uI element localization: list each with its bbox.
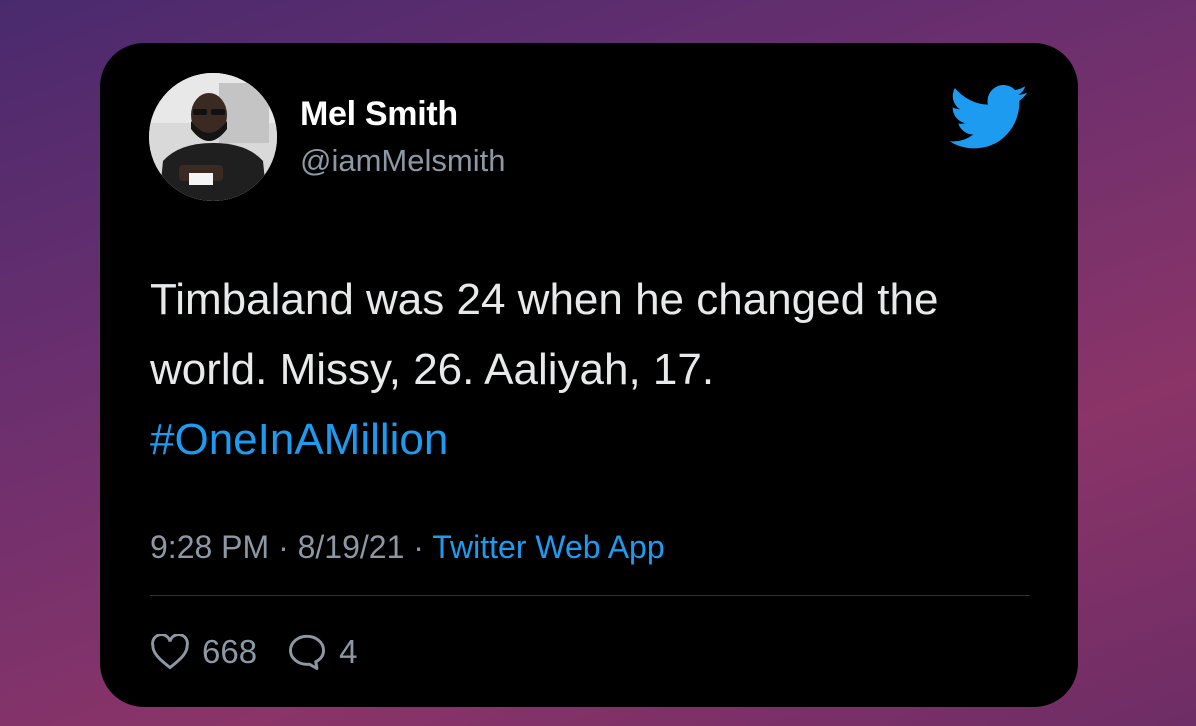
reply-button[interactable]: 4 — [287, 633, 357, 671]
meta-separator: · — [278, 529, 298, 565]
tweet-date[interactable]: 8/19/21 — [298, 529, 405, 565]
tweet-source-link[interactable]: Twitter Web App — [432, 529, 664, 565]
author-name[interactable]: Mel Smith — [300, 95, 458, 134]
like-count: 668 — [202, 633, 258, 670]
avatar-photo — [149, 73, 277, 201]
speech-bubble-icon — [289, 634, 326, 671]
tweet-card: Mel Smith @iamMelsmith Timbaland was 24 … — [100, 43, 1078, 707]
tweet-body: Timbaland was 24 when he changed the wor… — [150, 275, 939, 394]
author-handle[interactable]: @iamMelsmith — [300, 143, 505, 179]
tweet-text: Timbaland was 24 when he changed the wor… — [150, 265, 1030, 475]
tweet-actions: 668 4 — [150, 633, 387, 671]
hashtag-link[interactable]: #OneInAMillion — [150, 415, 448, 464]
avatar[interactable] — [149, 73, 277, 201]
tweet-meta: 9:28 PM · 8/19/21 · Twitter Web App — [150, 529, 665, 566]
meta-separator: · — [413, 529, 433, 565]
like-button[interactable]: 668 — [150, 633, 257, 671]
twitter-bird-icon[interactable] — [948, 85, 1030, 151]
heart-icon — [151, 634, 189, 670]
divider — [150, 595, 1030, 596]
reply-count: 4 — [339, 633, 358, 670]
tweet-time[interactable]: 9:28 PM — [150, 529, 269, 565]
